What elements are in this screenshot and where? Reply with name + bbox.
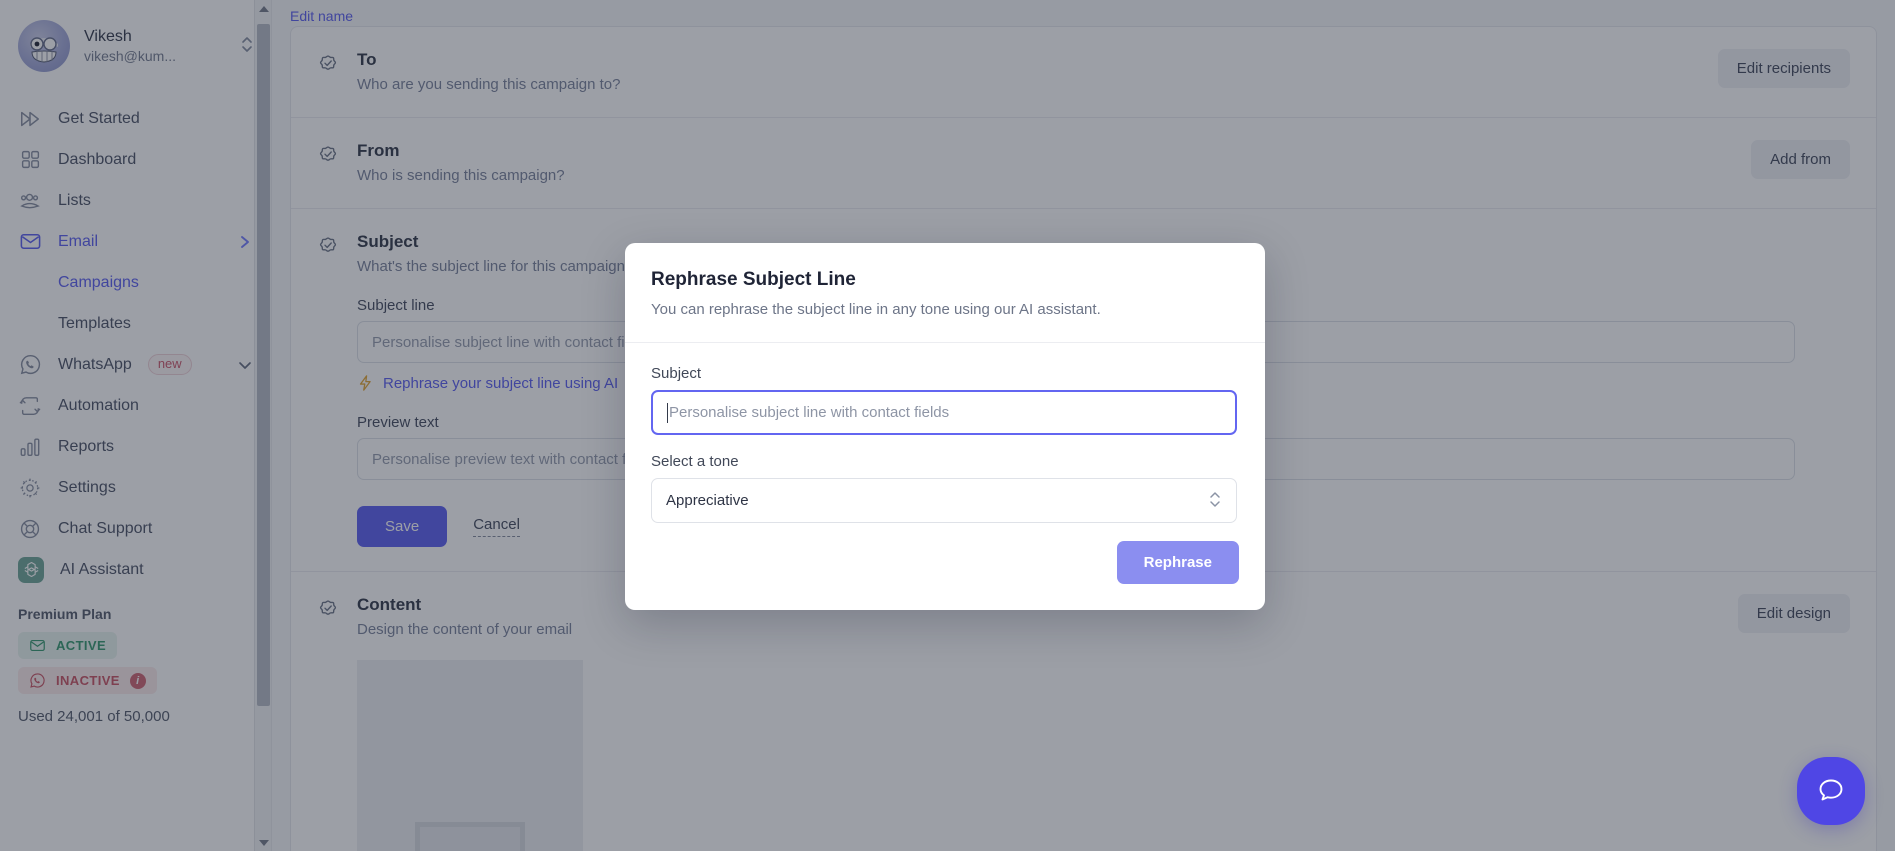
modal-subject-placeholder: Personalise subject line with contact fi…	[669, 404, 950, 421]
tone-select[interactable]: Appreciative	[651, 478, 1237, 523]
chat-support-fab[interactable]	[1797, 757, 1865, 825]
modal-tone-label: Select a tone	[651, 453, 739, 470]
modal-title: Rephrase Subject Line	[651, 269, 856, 290]
rephrase-submit-button[interactable]: Rephrase	[1116, 541, 1239, 584]
app-root: Vikesh vikesh@kum... Get Started Dashboa…	[0, 0, 1895, 851]
chevron-updown-icon[interactable]	[1208, 488, 1222, 514]
text-caret	[667, 402, 668, 423]
chat-bubble-icon	[1819, 779, 1843, 801]
modal-subject-label: Subject	[651, 365, 702, 382]
modal-body: Subject Personalise subject line with co…	[625, 343, 1265, 541]
rephrase-subject-modal: Rephrase Subject Line You can rephrase t…	[625, 243, 1265, 610]
modal-subject-input[interactable]: Personalise subject line with contact fi…	[651, 390, 1237, 435]
modal-description: You can rephrase the subject line in any…	[651, 301, 1101, 318]
modal-footer: Rephrase	[625, 541, 1265, 610]
tone-select-value: Appreciative	[666, 492, 749, 509]
modal-header: Rephrase Subject Line You can rephrase t…	[625, 243, 1265, 343]
